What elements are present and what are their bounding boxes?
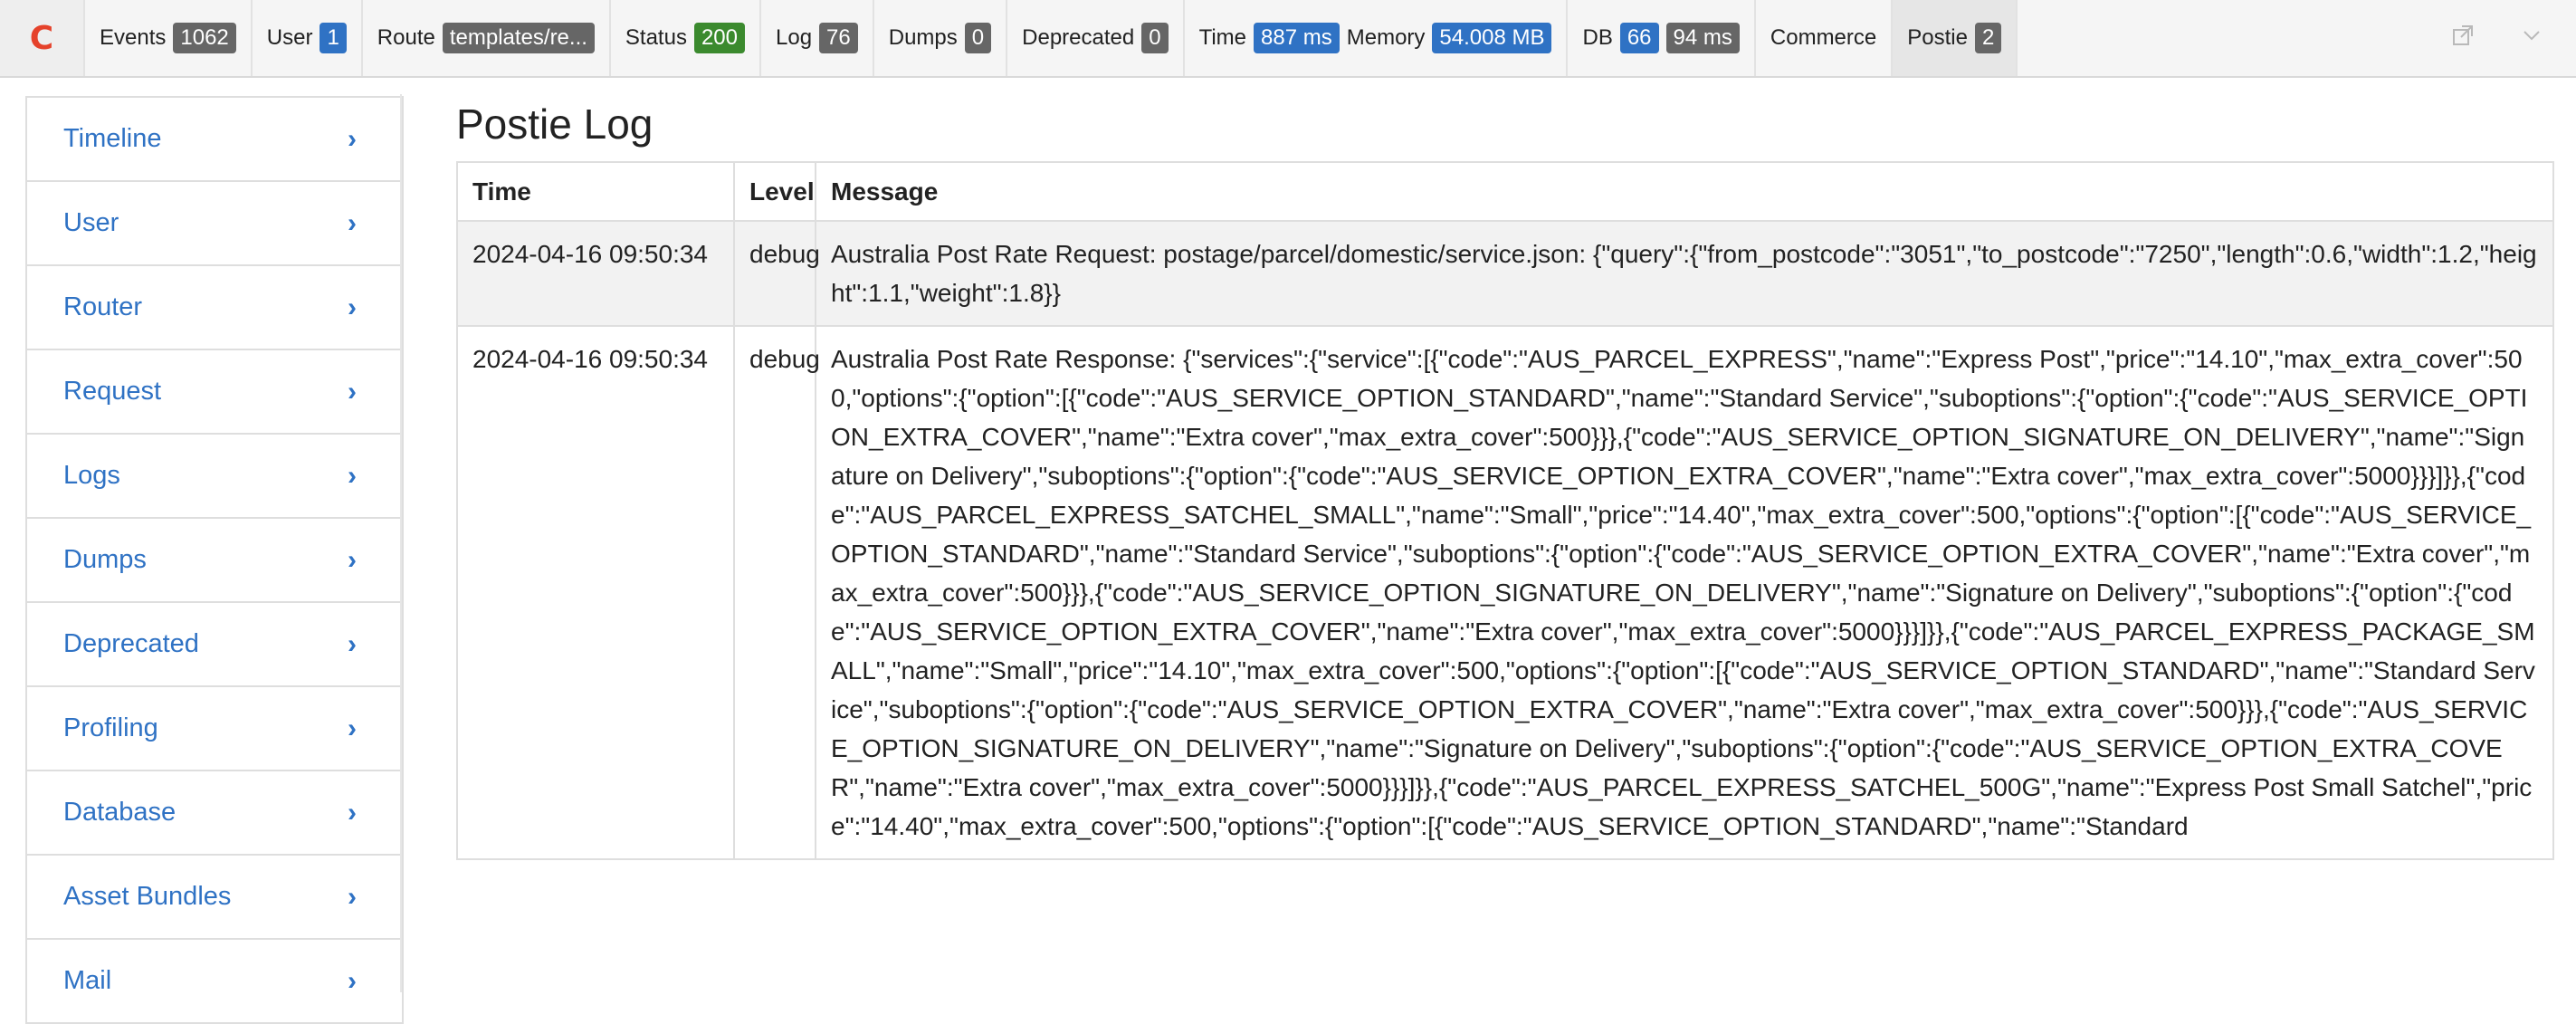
sidebar-item-label: Deprecated [63,629,199,658]
toolbar-dumps-badge: 0 [964,23,992,53]
toolbar-profiling[interactable]: Time 887 ms Memory 54.008 MB [1185,0,1569,76]
sidebar-item-router[interactable]: Router › [27,266,402,350]
sidebar-item-label: Logs [63,461,120,490]
toolbar-user-label: User [266,25,313,50]
toolbar-status-badge: 200 [693,23,745,53]
sidebar-item-user[interactable]: User › [27,182,402,266]
sidebar-item-label: Asset Bundles [63,882,232,911]
toolbar-route-label: Route [377,25,435,50]
sidebar-item-logs[interactable]: Logs › [27,435,402,519]
toolbar-memory-label: Memory [1346,25,1426,50]
toolbar-deprecated-badge: 0 [1141,23,1169,53]
toolbar-deprecated-label: Deprecated [1022,25,1135,50]
toolbar-route-badge: templates/re... [442,23,595,53]
toolbar-events-label: Events [100,25,167,50]
sidebar-item-label: Database [63,798,177,827]
toolbar-dumps[interactable]: Dumps 0 [874,0,1008,76]
log-level: debug [733,220,820,327]
craft-logo-button[interactable]: C [0,0,85,76]
sidebar-item-database[interactable]: Database › [27,771,402,856]
sidebar-item-label: Router [63,292,143,321]
column-header-time: Time [456,161,735,222]
sidebar-item-label: User [63,208,119,237]
toolbar-commerce[interactable]: Commerce [1756,0,1894,76]
chevron-down-icon[interactable] [2520,24,2543,53]
log-message: Australia Post Rate Response: {"services… [815,325,2554,860]
toolbar-time-badge: 887 ms [1254,23,1340,53]
log-level: debug [733,325,820,860]
log-time: 2024-04-16 09:50:34 [456,220,735,327]
toolbar-postie[interactable]: Postie 2 [1893,0,2018,76]
external-link-icon[interactable] [2451,24,2475,53]
toolbar-db-label: DB [1582,25,1613,50]
sidebar-divider [400,94,402,992]
toolbar-db[interactable]: DB 66 94 ms [1568,0,1756,76]
toolbar-postie-badge: 2 [1974,23,2002,53]
log-time: 2024-04-16 09:50:34 [456,325,735,860]
toolbar-user-badge: 1 [320,23,347,53]
toolbar-route[interactable]: Route templates/re... [363,0,611,76]
chevron-right-icon: › [348,544,357,575]
craft-logo-icon: C [29,19,54,57]
chevron-right-icon: › [348,207,357,238]
toolbar-user[interactable]: User 1 [253,0,363,76]
toolbar-events[interactable]: Events 1062 [85,0,253,76]
sidebar-item-label: Request [63,377,162,406]
chevron-right-icon: › [348,628,357,659]
chevron-right-icon: › [348,881,357,912]
chevron-right-icon: › [348,123,357,154]
sidebar-nav: Timeline › User › Router › Request › Log… [25,96,404,1024]
chevron-right-icon: › [348,965,357,996]
main-content: Postie Log Time Level Message 2024-04-16… [456,94,2554,860]
chevron-right-icon: › [348,460,357,491]
sidebar-item-asset-bundles[interactable]: Asset Bundles › [27,856,402,940]
sidebar-item-timeline[interactable]: Timeline › [27,98,402,182]
sidebar-item-label: Mail [63,966,112,995]
column-header-level: Level [733,161,816,222]
sidebar-item-label: Dumps [63,545,147,574]
toolbar-postie-label: Postie [1907,25,1968,50]
sidebar-item-request[interactable]: Request › [27,350,402,435]
toolbar-commerce-label: Commerce [1770,25,1877,50]
table-row: 2024-04-16 09:50:34 debug Australia Post… [456,220,2554,327]
toolbar-memory-badge: 54.008 MB [1432,23,1552,53]
toolbar-status-label: Status [625,25,687,50]
table-row: 2024-04-16 09:50:34 debug Australia Post… [456,325,2554,860]
page-title: Postie Log [456,100,654,148]
toolbar-db-time-badge: 94 ms [1665,23,1740,53]
postie-log-table: Time Level Message 2024-04-16 09:50:34 d… [456,161,2554,860]
chevron-right-icon: › [348,797,357,828]
toolbar-dumps-label: Dumps [888,25,958,50]
debug-toolbar: C Events 1062 User 1 Route templates/re.… [0,0,2576,78]
sidebar-item-mail[interactable]: Mail › [27,940,402,1024]
sidebar-item-profiling[interactable]: Profiling › [27,687,402,771]
toolbar-events-badge: 1062 [173,23,236,53]
toolbar-actions [2451,0,2576,76]
chevron-right-icon: › [348,292,357,322]
sidebar-item-label: Profiling [63,713,158,742]
toolbar-db-count-badge: 66 [1619,23,1659,53]
sidebar-item-dumps[interactable]: Dumps › [27,519,402,603]
toolbar-log-label: Log [776,25,813,50]
column-header-message: Message [815,161,2554,222]
chevron-right-icon: › [348,376,357,407]
toolbar-status[interactable]: Status 200 [611,0,761,76]
sidebar-item-deprecated[interactable]: Deprecated › [27,603,402,687]
sidebar-item-label: Timeline [63,124,162,153]
toolbar-time-label: Time [1198,25,1247,50]
log-message: Australia Post Rate Request: postage/par… [815,220,2554,327]
table-header-row: Time Level Message [456,161,2554,222]
toolbar-log[interactable]: Log 76 [761,0,874,76]
chevron-right-icon: › [348,713,357,743]
toolbar-log-badge: 76 [819,23,858,53]
toolbar-deprecated[interactable]: Deprecated 0 [1007,0,1185,76]
